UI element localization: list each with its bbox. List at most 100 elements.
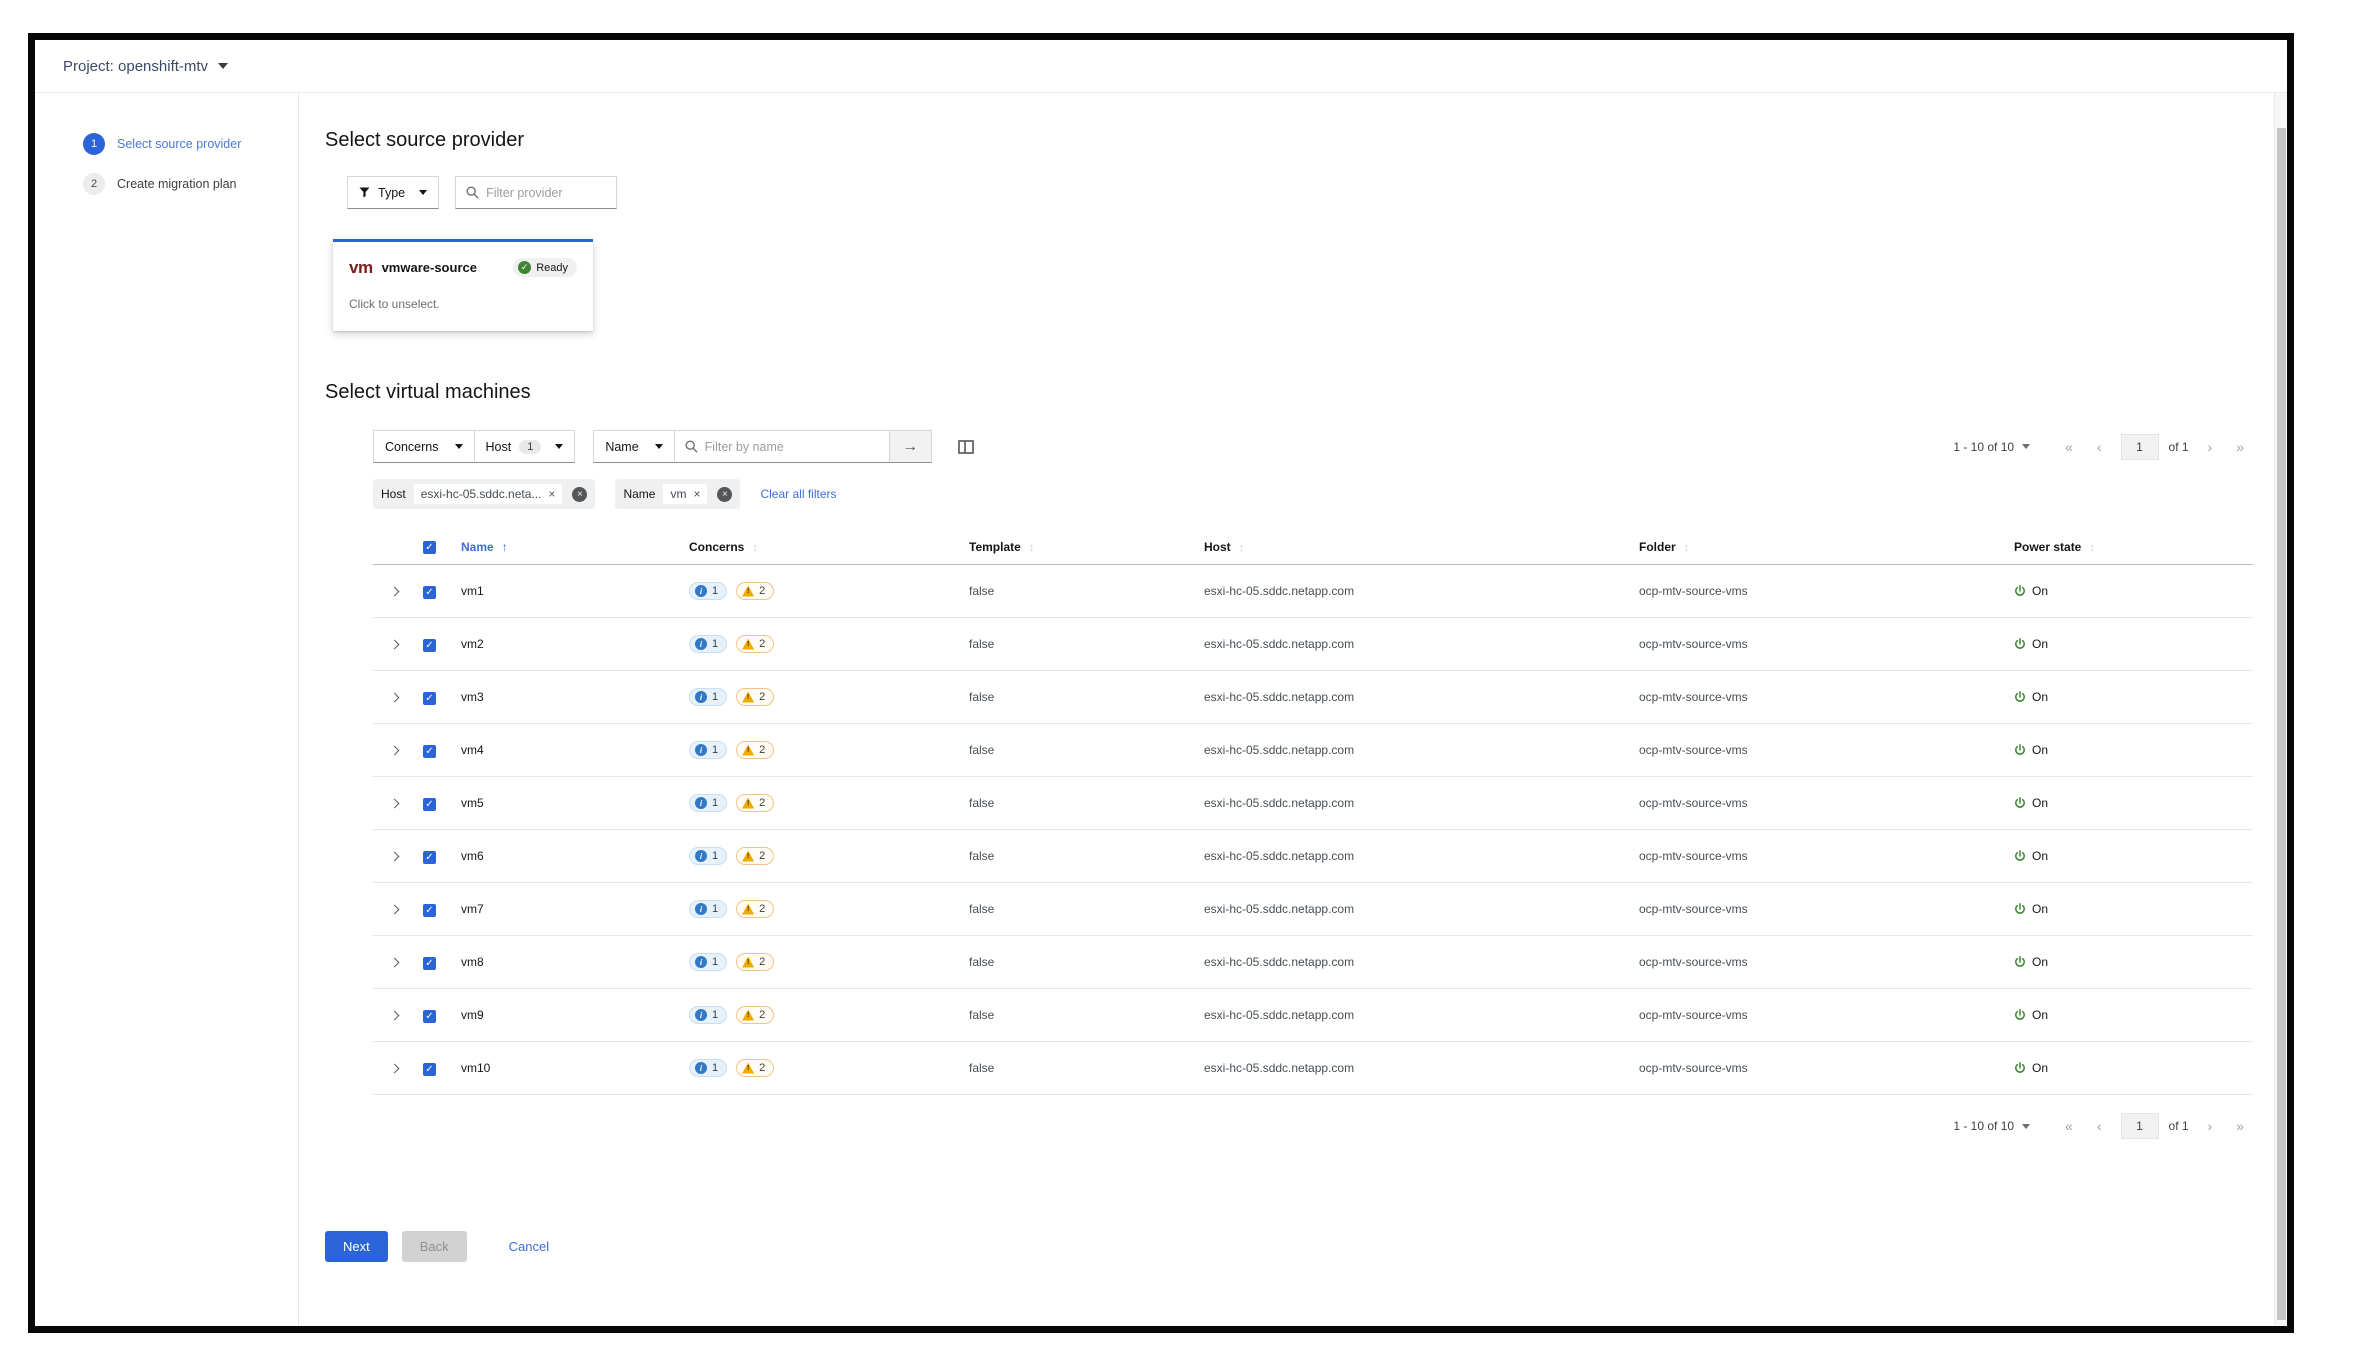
expand-row-icon[interactable] bbox=[389, 904, 399, 915]
expand-row-icon[interactable] bbox=[389, 1010, 399, 1021]
name-filter-dropdown[interactable]: Name bbox=[593, 430, 675, 463]
provider-card-vmware-source[interactable]: vm vmware-source ✓ Ready Click to unsele… bbox=[333, 239, 593, 331]
chevron-down-icon[interactable] bbox=[218, 63, 229, 69]
first-page-button[interactable]: « bbox=[2056, 437, 2082, 457]
host-filter-count-badge: 1 bbox=[519, 439, 542, 454]
current-page-input[interactable] bbox=[2120, 433, 2159, 460]
row-checkbox[interactable]: ✓ bbox=[423, 744, 436, 758]
vm-toolbar: Concerns Host 1 Name Filter by name → 1 … bbox=[373, 430, 2253, 463]
warning-icon bbox=[742, 956, 755, 968]
column-header-name[interactable]: Name bbox=[461, 540, 494, 554]
apply-filter-arrow-button[interactable]: → bbox=[889, 430, 932, 463]
last-page-button[interactable]: » bbox=[2227, 437, 2253, 457]
row-checkbox[interactable]: ✓ bbox=[423, 585, 436, 599]
host-filter-dropdown[interactable]: Host 1 bbox=[474, 430, 576, 463]
first-page-button[interactable]: « bbox=[2056, 1116, 2082, 1136]
info-concern-badge[interactable]: i1 bbox=[689, 741, 728, 759]
info-concern-badge[interactable]: i1 bbox=[689, 900, 728, 918]
remove-chip-icon[interactable]: × bbox=[693, 488, 700, 500]
clear-all-filters-link[interactable]: Clear all filters bbox=[760, 487, 836, 501]
prev-page-button[interactable]: ‹ bbox=[2088, 1116, 2111, 1136]
warning-concern-badge[interactable]: 2 bbox=[736, 847, 775, 865]
warning-concern-badge[interactable]: 2 bbox=[736, 635, 775, 653]
clear-host-group-icon[interactable]: × bbox=[572, 486, 588, 502]
info-concern-badge[interactable]: i1 bbox=[689, 688, 728, 706]
row-checkbox[interactable]: ✓ bbox=[423, 691, 436, 705]
next-page-button[interactable]: › bbox=[2199, 1116, 2222, 1136]
info-concern-badge[interactable]: i1 bbox=[689, 847, 728, 865]
vertical-scrollbar[interactable] bbox=[2274, 93, 2287, 1326]
current-page-input[interactable] bbox=[2120, 1113, 2159, 1139]
row-checkbox[interactable]: ✓ bbox=[423, 956, 436, 970]
next-page-button[interactable]: › bbox=[2199, 437, 2222, 457]
info-concern-badge[interactable]: i1 bbox=[689, 635, 728, 653]
expand-row-icon[interactable] bbox=[389, 692, 399, 703]
row-checkbox[interactable]: ✓ bbox=[423, 797, 436, 811]
warning-concern-badge[interactable]: 2 bbox=[736, 900, 775, 918]
sort-asc-icon[interactable]: ↑ bbox=[502, 540, 508, 554]
warning-concern-badge[interactable]: 2 bbox=[736, 582, 775, 600]
warning-concern-badge[interactable]: 2 bbox=[736, 741, 775, 759]
pagination-range-dropdown[interactable]: 1 - 10 of 10 bbox=[1953, 440, 2050, 454]
next-button[interactable]: Next bbox=[325, 1231, 388, 1262]
column-header-power-state[interactable]: Power state bbox=[2014, 540, 2081, 554]
column-header-template[interactable]: Template bbox=[969, 540, 1021, 554]
info-concern-badge[interactable]: i1 bbox=[689, 582, 728, 600]
warning-concern-badge[interactable]: 2 bbox=[736, 1059, 775, 1077]
provider-search-input[interactable] bbox=[486, 185, 607, 200]
expand-row-icon[interactable] bbox=[389, 957, 399, 968]
table-row: ✓ vm8 i1 2 false esxi-hc-05.sddc.netapp.… bbox=[373, 935, 2253, 989]
expand-row-icon[interactable] bbox=[389, 586, 399, 597]
sort-icon[interactable]: ↕ bbox=[1029, 542, 1035, 554]
name-chip-group: Name vm × × bbox=[615, 479, 741, 509]
info-concern-badge[interactable]: i1 bbox=[689, 1006, 728, 1024]
scrollbar-thumb[interactable] bbox=[2277, 128, 2286, 1320]
concerns-filter-dropdown[interactable]: Concerns bbox=[373, 430, 475, 463]
sort-icon[interactable]: ↕ bbox=[1684, 542, 1690, 554]
columns-icon bbox=[957, 439, 974, 454]
vm-name-search-input[interactable] bbox=[704, 439, 865, 454]
power-state-cell: On bbox=[2006, 882, 2253, 936]
info-concern-badge[interactable]: i1 bbox=[689, 1059, 728, 1077]
pagination-range-dropdown[interactable]: 1 - 10 of 10 bbox=[1953, 1119, 2050, 1133]
column-header-concerns[interactable]: Concerns bbox=[689, 540, 744, 554]
warning-concern-badge[interactable]: 2 bbox=[736, 1006, 775, 1024]
clear-name-group-icon[interactable]: × bbox=[717, 486, 733, 502]
last-page-button[interactable]: » bbox=[2227, 1116, 2253, 1136]
column-header-folder[interactable]: Folder bbox=[1639, 540, 1676, 554]
warning-concern-badge[interactable]: 2 bbox=[736, 794, 775, 812]
cancel-link[interactable]: Cancel bbox=[509, 1239, 549, 1254]
expand-row-icon[interactable] bbox=[389, 798, 399, 809]
wizard-step-create-migration-plan[interactable]: 2 Create migration plan bbox=[83, 173, 298, 195]
expand-row-icon[interactable] bbox=[389, 639, 399, 650]
sort-icon[interactable]: ↕ bbox=[752, 542, 758, 554]
expand-row-icon[interactable] bbox=[389, 745, 399, 756]
expand-row-icon[interactable] bbox=[389, 1063, 399, 1074]
info-concern-badge[interactable]: i1 bbox=[689, 794, 728, 812]
wizard-footer: Next Back Cancel bbox=[325, 1231, 2253, 1262]
warning-concern-badge[interactable]: 2 bbox=[736, 953, 775, 971]
manage-columns-button[interactable] bbox=[957, 439, 974, 454]
column-header-host[interactable]: Host bbox=[1204, 540, 1231, 554]
template-cell: false bbox=[961, 935, 1196, 989]
select-all-checkbox[interactable]: ✓ bbox=[423, 541, 436, 554]
row-checkbox[interactable]: ✓ bbox=[423, 1009, 436, 1023]
row-checkbox[interactable]: ✓ bbox=[423, 1062, 436, 1076]
remove-chip-icon[interactable]: × bbox=[548, 488, 555, 500]
sort-icon[interactable]: ↕ bbox=[1239, 542, 1245, 554]
row-checkbox[interactable]: ✓ bbox=[423, 850, 436, 864]
type-filter-dropdown[interactable]: Type bbox=[347, 176, 440, 209]
prev-page-button[interactable]: ‹ bbox=[2088, 437, 2111, 457]
back-button[interactable]: Back bbox=[401, 1231, 467, 1262]
sort-icon[interactable]: ↕ bbox=[2089, 542, 2095, 554]
row-checkbox[interactable]: ✓ bbox=[423, 638, 436, 652]
warning-concern-badge[interactable]: 2 bbox=[736, 688, 775, 706]
info-concern-badge[interactable]: i1 bbox=[689, 953, 728, 971]
wizard-step-select-source-provider[interactable]: 1 Select source provider bbox=[83, 133, 298, 155]
row-checkbox[interactable]: ✓ bbox=[423, 903, 436, 917]
provider-section-title: Select source provider bbox=[325, 129, 524, 151]
project-selector[interactable]: Project: openshift-mtv bbox=[63, 58, 208, 75]
chevron-down-icon bbox=[654, 444, 663, 449]
expand-row-icon[interactable] bbox=[389, 851, 399, 862]
vm-name-cell: vm6 bbox=[453, 829, 681, 883]
